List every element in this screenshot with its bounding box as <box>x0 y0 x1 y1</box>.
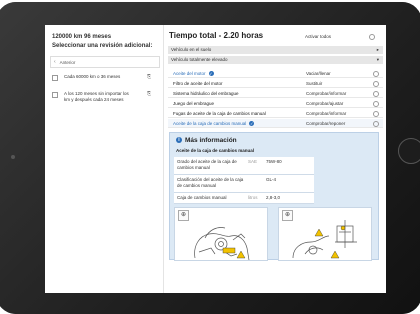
service-sidebar: 120000 km 96 meses Seleccionar una revis… <box>45 25 164 293</box>
task-name: Juego del embrague <box>173 101 215 106</box>
section-ground[interactable]: Vehículo en el suelo ▸ <box>168 46 383 54</box>
activate-all-label: Activar todos <box>305 34 332 39</box>
diagram-card[interactable]: ⊕ <box>278 207 372 261</box>
diagram-card[interactable]: ⊕ <box>174 207 268 261</box>
spec-row: Caja de cambios manual litros 2,8-3,0 <box>174 193 314 204</box>
spec-unit: litros <box>248 195 258 200</box>
more-info-header: i Más información <box>176 137 237 144</box>
activate-all-toggle[interactable] <box>369 34 375 40</box>
document-icon[interactable]: ⎘ <box>147 91 151 97</box>
task-action: Sustituir <box>306 81 323 86</box>
task-row[interactable]: Sistema hidráulico del embrague Comproba… <box>168 89 383 98</box>
task-toggle[interactable] <box>373 81 379 87</box>
task-name-link[interactable]: Aceite de la caja de cambios manual ✓ <box>173 119 255 128</box>
camera-icon <box>11 155 15 159</box>
task-action: Vaciar/llenar <box>306 71 331 76</box>
interval-title: 120000 km 96 meses <box>52 34 112 40</box>
info-icon[interactable]: ✓ <box>249 121 255 127</box>
previous-button[interactable]: ‹ Anterior <box>50 56 160 68</box>
select-additional-title: Seleccionar una revisión adicional: <box>52 43 153 49</box>
gearbox-diagram <box>194 227 250 260</box>
task-action: Comprobar/informar <box>306 111 347 116</box>
task-row-selected[interactable]: Aceite de la caja de cambios manual ✓ Com… <box>168 119 383 128</box>
task-name-link[interactable]: Aceite del motor ✓ <box>173 69 214 78</box>
spec-unit: SAE <box>248 159 258 164</box>
task-row[interactable]: Juego del embrague Comprobar/ajustar <box>168 99 383 108</box>
task-action: Comprobar/informar <box>306 91 347 96</box>
info-icon: i <box>176 137 182 144</box>
task-action: Comprobar/ajustar <box>306 101 344 106</box>
chevron-down-icon: ▾ <box>376 57 379 62</box>
task-panel: Tiempo total - 2.20 horas Activar todos … <box>165 25 386 293</box>
chevron-left-icon: ‹ <box>54 59 56 65</box>
option-checkbox[interactable] <box>52 92 58 98</box>
task-row[interactable]: Filtro de aceite del motor Sustituir <box>168 79 383 88</box>
home-button[interactable] <box>398 138 420 164</box>
section-raised[interactable]: Vehículo totalmente elevado ▾ <box>168 56 383 64</box>
spec-key: Clasificación del aceite de la caja de c… <box>177 177 244 188</box>
gearbox-diagram <box>292 220 357 259</box>
more-info-subheader: Aceite de la caja de cambios manual <box>176 148 255 153</box>
task-toggle[interactable] <box>373 121 379 127</box>
task-name: Fugas de aceite de la caja de cambios ma… <box>173 111 266 116</box>
spec-key: Caja de cambios manual <box>177 195 227 200</box>
option-label: A los 120 meses sin importar los km y de… <box>64 91 129 102</box>
chevron-right-icon: ▸ <box>376 47 379 52</box>
task-action: Comprobar/reponer <box>306 121 346 126</box>
spec-value: 2,8-3,0 <box>266 195 281 200</box>
task-name: Sistema hidráulico del embrague <box>173 91 239 96</box>
spec-row: Clasificación del aceite de la caja de c… <box>174 175 314 193</box>
spec-value: GL-4 <box>266 177 277 182</box>
section-label: Vehículo en el suelo <box>171 47 212 52</box>
spec-value: 75W-80 <box>266 159 282 164</box>
option-item[interactable]: Cada 60000 km o 36 meses ⎘ <box>50 74 158 86</box>
option-checkbox[interactable] <box>52 75 58 81</box>
task-name: Filtro de aceite del motor <box>173 81 223 86</box>
document-icon[interactable]: ⎘ <box>147 74 151 80</box>
spec-row: Grado del aceite de la caja de cambios m… <box>174 157 314 175</box>
task-row[interactable]: Aceite del motor ✓ Vaciar/llenar <box>168 69 383 78</box>
task-toggle[interactable] <box>373 101 379 107</box>
option-item[interactable]: A los 120 meses sin importar los km y de… <box>50 91 158 113</box>
tablet-screen: 120000 km 96 meses Seleccionar una revis… <box>45 25 386 293</box>
section-label: Vehículo totalmente elevado <box>171 57 228 62</box>
option-label: Cada 60000 km o 36 meses <box>64 74 121 79</box>
task-toggle[interactable] <box>373 71 379 77</box>
previous-label: Anterior <box>59 59 76 65</box>
task-toggle[interactable] <box>373 91 379 97</box>
info-icon[interactable]: ✓ <box>208 71 214 77</box>
task-toggle[interactable] <box>373 111 379 117</box>
task-row[interactable]: Fugas de aceite de la caja de cambios ma… <box>168 109 383 118</box>
spec-key: Grado del aceite de la caja de cambios m… <box>177 159 237 170</box>
more-info-panel: i Más información Aceite de la caja de ca… <box>169 132 379 261</box>
page-title: Tiempo total - 2.20 horas <box>169 31 264 40</box>
